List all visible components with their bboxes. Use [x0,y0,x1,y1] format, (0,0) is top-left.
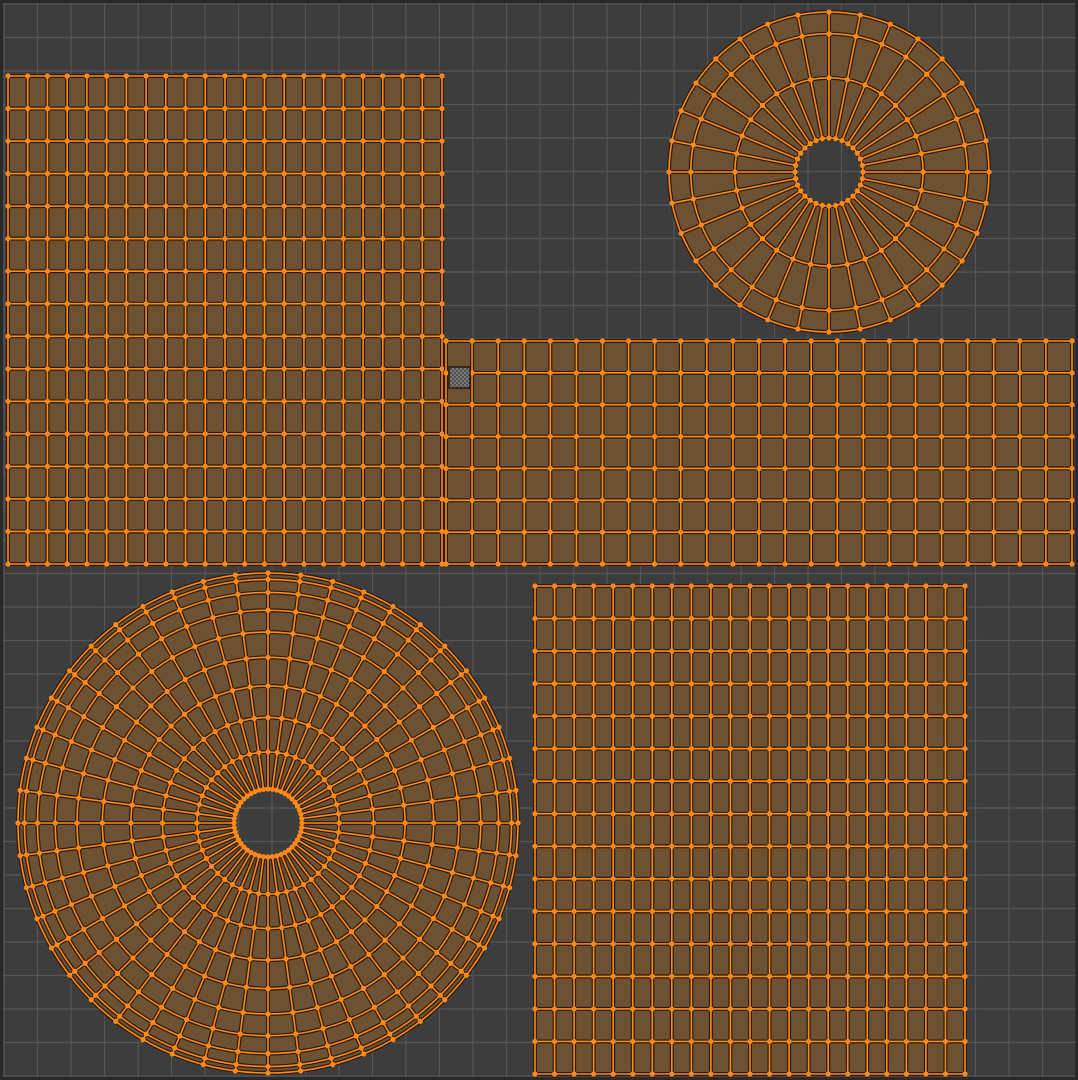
uv-island-rect-bottom-right[interactable] [532,583,968,1077]
uv-canvas[interactable] [0,0,1078,1080]
active-face-marker [448,366,471,389]
uv-island-strip-middle-right[interactable] [443,338,1075,567]
uv-island-rect-top-left[interactable] [5,73,445,567]
uv-editor-viewport[interactable] [0,0,1078,1080]
